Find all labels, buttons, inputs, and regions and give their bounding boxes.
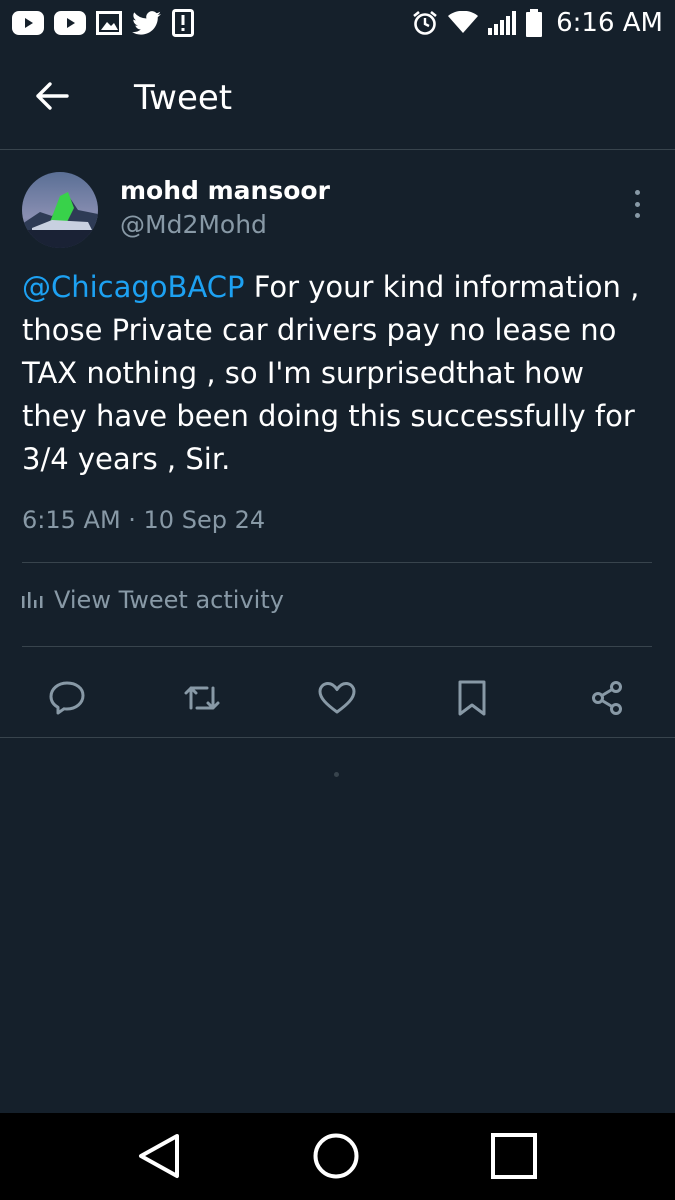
loading-indicator xyxy=(334,772,339,777)
nav-home-icon xyxy=(312,1132,360,1184)
share-icon xyxy=(589,680,625,720)
mention-link[interactable]: @ChicagoBACP xyxy=(22,270,245,304)
author-handle[interactable]: @Md2Mohd xyxy=(120,210,267,239)
tweet-actions xyxy=(0,660,675,736)
signal-icon xyxy=(488,11,517,35)
more-dot xyxy=(634,201,640,207)
divider xyxy=(0,737,675,738)
retweet-icon xyxy=(182,682,222,718)
tweet-timestamp: 6:15 AM · 10 Sep 24 xyxy=(22,506,266,534)
view-tweet-activity-label: View Tweet activity xyxy=(54,586,284,614)
bar-chart-icon xyxy=(22,586,44,614)
nav-recents-button[interactable] xyxy=(489,1133,539,1183)
view-tweet-activity-link[interactable]: View Tweet activity xyxy=(22,586,284,614)
tweet-text: @ChicagoBACP For your kind information ,… xyxy=(22,266,652,481)
twitter-icon xyxy=(132,11,162,35)
author-name[interactable]: mohd mansoor xyxy=(120,176,330,205)
alert-icon xyxy=(172,9,194,37)
page-title: Tweet xyxy=(134,77,233,118)
like-icon xyxy=(318,681,356,719)
more-dot xyxy=(634,190,640,195)
back-button[interactable] xyxy=(22,68,82,128)
battery-icon xyxy=(526,9,543,37)
gallery-icon xyxy=(96,11,122,35)
system-navigation-bar xyxy=(0,1113,675,1200)
tweet-detail: mohd mansoor @Md2Mohd @ChicagoBACP For y… xyxy=(0,150,675,738)
nav-back-button[interactable] xyxy=(134,1133,184,1183)
status-time: 6:16 AM xyxy=(556,8,663,38)
alarm-icon xyxy=(412,10,438,36)
like-button[interactable] xyxy=(317,680,357,720)
reply-button[interactable] xyxy=(47,680,87,720)
share-button[interactable] xyxy=(587,680,627,720)
retweet-button[interactable] xyxy=(182,680,222,720)
top-app-bar: Tweet xyxy=(0,46,675,150)
reply-icon xyxy=(48,680,86,720)
wifi-icon xyxy=(448,11,479,35)
bookmark-icon xyxy=(457,679,487,721)
status-right: 6:16 AM xyxy=(412,8,663,38)
youtube-icon xyxy=(54,11,86,35)
status-left xyxy=(12,9,194,37)
avatar[interactable] xyxy=(22,172,98,248)
bookmark-button[interactable] xyxy=(452,680,492,720)
back-arrow-icon xyxy=(35,81,69,115)
status-bar: 6:16 AM xyxy=(0,0,675,46)
divider xyxy=(22,562,652,563)
nav-back-icon xyxy=(137,1133,181,1183)
nav-recents-icon xyxy=(491,1133,537,1183)
divider xyxy=(22,646,652,647)
youtube-icon xyxy=(12,11,44,35)
more-options-button[interactable] xyxy=(625,186,649,222)
more-dot xyxy=(634,213,640,218)
author-row: mohd mansoor @Md2Mohd xyxy=(0,150,675,258)
nav-home-button[interactable] xyxy=(311,1133,361,1183)
